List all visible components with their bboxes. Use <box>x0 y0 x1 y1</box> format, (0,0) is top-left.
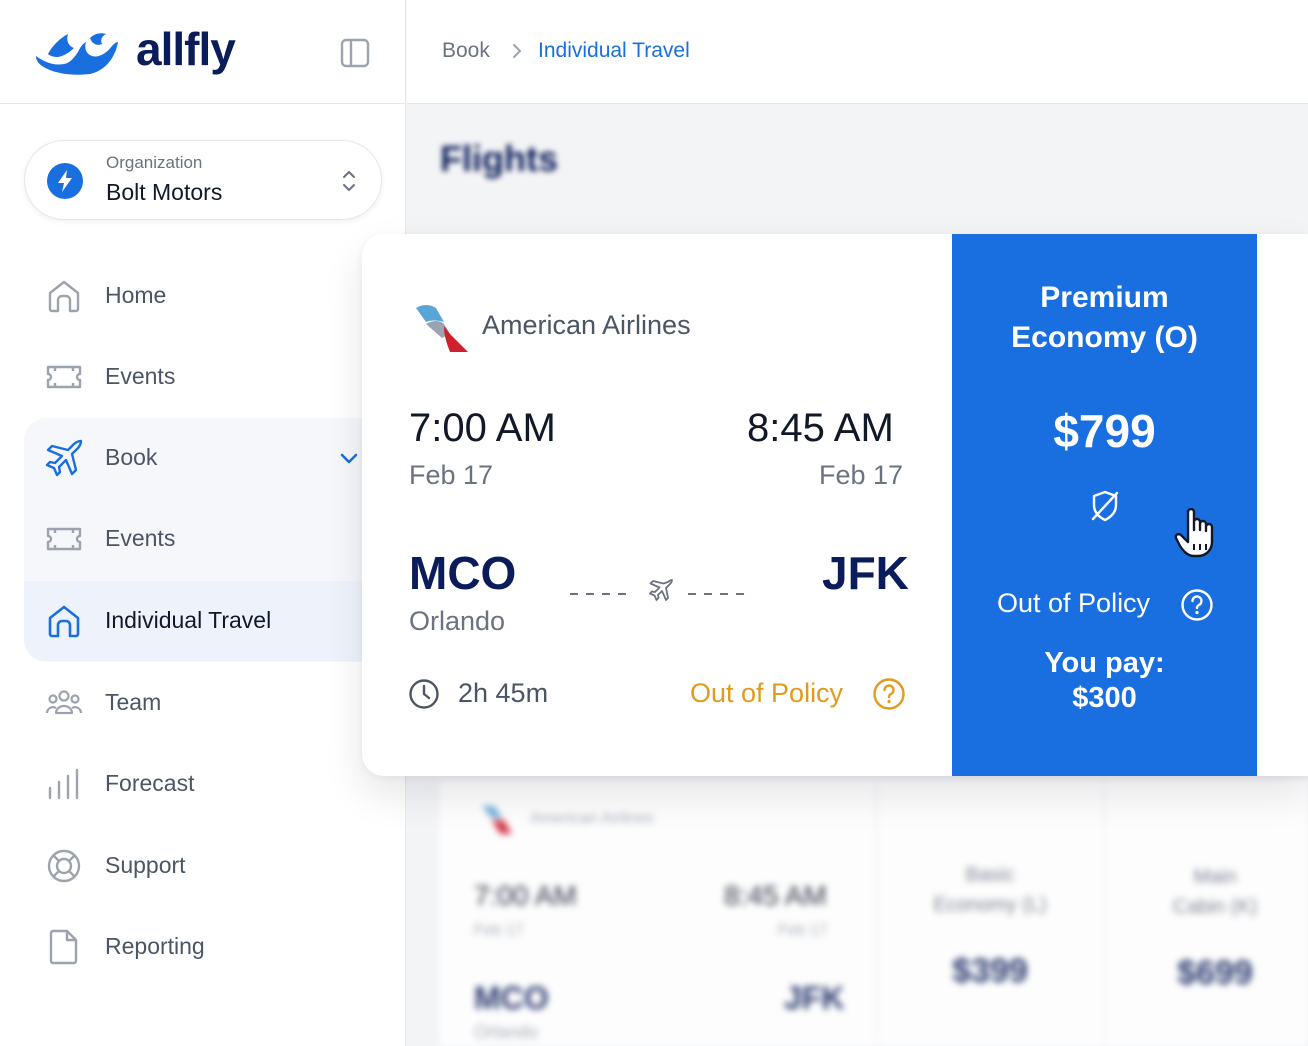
help-circle-icon[interactable] <box>872 677 906 711</box>
sidebar-item-label: Forecast <box>105 770 195 796</box>
breadcrumb-current[interactable]: Individual Travel <box>538 39 690 63</box>
fare-price: $799 <box>1053 405 1156 457</box>
fare-name-line1: Main <box>1193 866 1237 888</box>
sidebar-toggle-icon[interactable] <box>338 36 372 70</box>
clock-icon <box>409 679 439 709</box>
sidebar: allfly Organization Bolt Motors Home Eve… <box>0 0 406 1046</box>
lifebuoy-icon <box>47 849 81 883</box>
sidebar-item-label: Book <box>105 444 158 470</box>
divider <box>876 780 877 1046</box>
featured-flight-card[interactable]: American Airlines 7:00 AM Feb 17 8:45 AM… <box>362 234 1308 776</box>
fare-price: $399 <box>952 952 1028 990</box>
fare-option-basic[interactable]: Basic Economy (L) <box>910 860 1070 920</box>
fare-name-line1: Basic <box>965 864 1015 886</box>
fare-option-premium-economy[interactable]: Premium Economy (O) $799 Out of Policy Y… <box>952 234 1257 776</box>
departure-time: 7:00 AM <box>409 406 556 450</box>
airline-name: American Airlines <box>530 810 654 827</box>
departure-date: Feb 17 <box>474 922 524 939</box>
sidebar-item-label: Individual Travel <box>105 607 272 633</box>
fare-name-line2: Economy (O) <box>1011 321 1198 354</box>
arrival-date: Feb 17 <box>778 922 828 939</box>
departure-date: Feb 17 <box>409 460 494 490</box>
sidebar-item-forecast[interactable]: Forecast <box>24 744 362 824</box>
sidebar-item-events[interactable]: Events <box>24 337 362 417</box>
sidebar-item-label: Events <box>105 363 176 389</box>
arrival-time: 8:45 AM <box>747 406 894 450</box>
arrival-time: 8:45 AM <box>724 880 827 911</box>
chevron-down-icon <box>340 453 358 464</box>
american-airlines-logo-icon <box>482 806 512 834</box>
airplane-icon <box>45 439 83 477</box>
policy-status: Out of Policy <box>690 678 844 708</box>
fare-name: Premium Economy (O) <box>952 278 1257 358</box>
origin-code: MCO <box>474 980 549 1016</box>
allfly-logo-icon <box>36 33 118 75</box>
sidebar-item-label: Reporting <box>105 933 205 959</box>
fare-name-line2: Cabin (K) <box>1172 896 1258 918</box>
home-icon <box>48 280 80 313</box>
sidebar-item-individual-travel[interactable]: Individual Travel <box>24 581 362 661</box>
sidebar-item-reporting[interactable]: Reporting <box>24 907 362 987</box>
background-flight-card[interactable]: American Airlines 7:00 AM Feb 17 8:45 AM… <box>440 780 1308 1046</box>
fare-policy-status: Out of Policy <box>997 588 1151 618</box>
sidebar-item-label: Team <box>105 689 162 715</box>
origin-code: MCO <box>409 547 517 599</box>
breadcrumb-book[interactable]: Book <box>442 39 490 63</box>
fare-name-line2: Economy (L) <box>933 894 1047 916</box>
sidebar-item-label: Support <box>105 852 186 878</box>
destination-code: JFK <box>822 547 909 599</box>
document-icon <box>49 929 78 965</box>
home-icon <box>48 605 80 638</box>
organization-switcher[interactable]: Organization Bolt Motors <box>24 140 382 220</box>
sidebar-item-label: Home <box>105 282 167 308</box>
ticket-icon <box>46 527 82 551</box>
airline-name: American Airlines <box>482 310 691 340</box>
chevron-up-down-icon <box>343 171 355 191</box>
shield-off-icon <box>1091 490 1119 522</box>
hand-pointer-icon <box>1174 508 1214 558</box>
flight-duration: 2h 45m <box>458 678 549 708</box>
app-name: allfly <box>136 23 236 75</box>
help-circle-icon[interactable] <box>1180 588 1214 622</box>
flight-route-icon <box>570 579 746 601</box>
logo-row: allfly <box>0 0 406 104</box>
sidebar-item-support[interactable]: Support <box>24 826 362 906</box>
organization-name: Bolt Motors <box>106 179 223 205</box>
team-icon <box>45 690 83 715</box>
page-title: Flights <box>440 138 558 179</box>
you-pay-amount: $300 <box>1072 682 1137 714</box>
bar-chart-icon <box>48 768 79 800</box>
fare-option-main[interactable]: Main Cabin (K) <box>1140 862 1290 922</box>
origin-city: Orlando <box>474 1022 539 1042</box>
ticket-icon <box>46 365 82 389</box>
sidebar-item-book-events[interactable]: Events <box>24 499 362 579</box>
sidebar-item-home[interactable]: Home <box>24 256 362 336</box>
american-airlines-logo-icon <box>416 305 468 352</box>
top-header: Book Individual Travel <box>407 0 1308 104</box>
card-edge <box>1257 234 1308 776</box>
chevron-right-icon <box>513 44 521 58</box>
fare-name-line1: Premium <box>1040 281 1169 314</box>
arrival-date: Feb 17 <box>819 460 904 490</box>
organization-caption: Organization <box>106 153 203 172</box>
bolt-icon <box>47 163 83 199</box>
sidebar-item-label: Events <box>105 525 176 551</box>
divider <box>1104 780 1105 1046</box>
origin-city: Orlando <box>409 606 506 636</box>
fare-price: $699 <box>1177 954 1253 992</box>
sidebar-item-book[interactable]: Book <box>24 418 362 498</box>
departure-time: 7:00 AM <box>474 880 577 911</box>
sidebar-item-team[interactable]: Team <box>24 663 362 743</box>
destination-code: JFK <box>784 980 845 1016</box>
you-pay-label: You pay: <box>1044 647 1165 679</box>
